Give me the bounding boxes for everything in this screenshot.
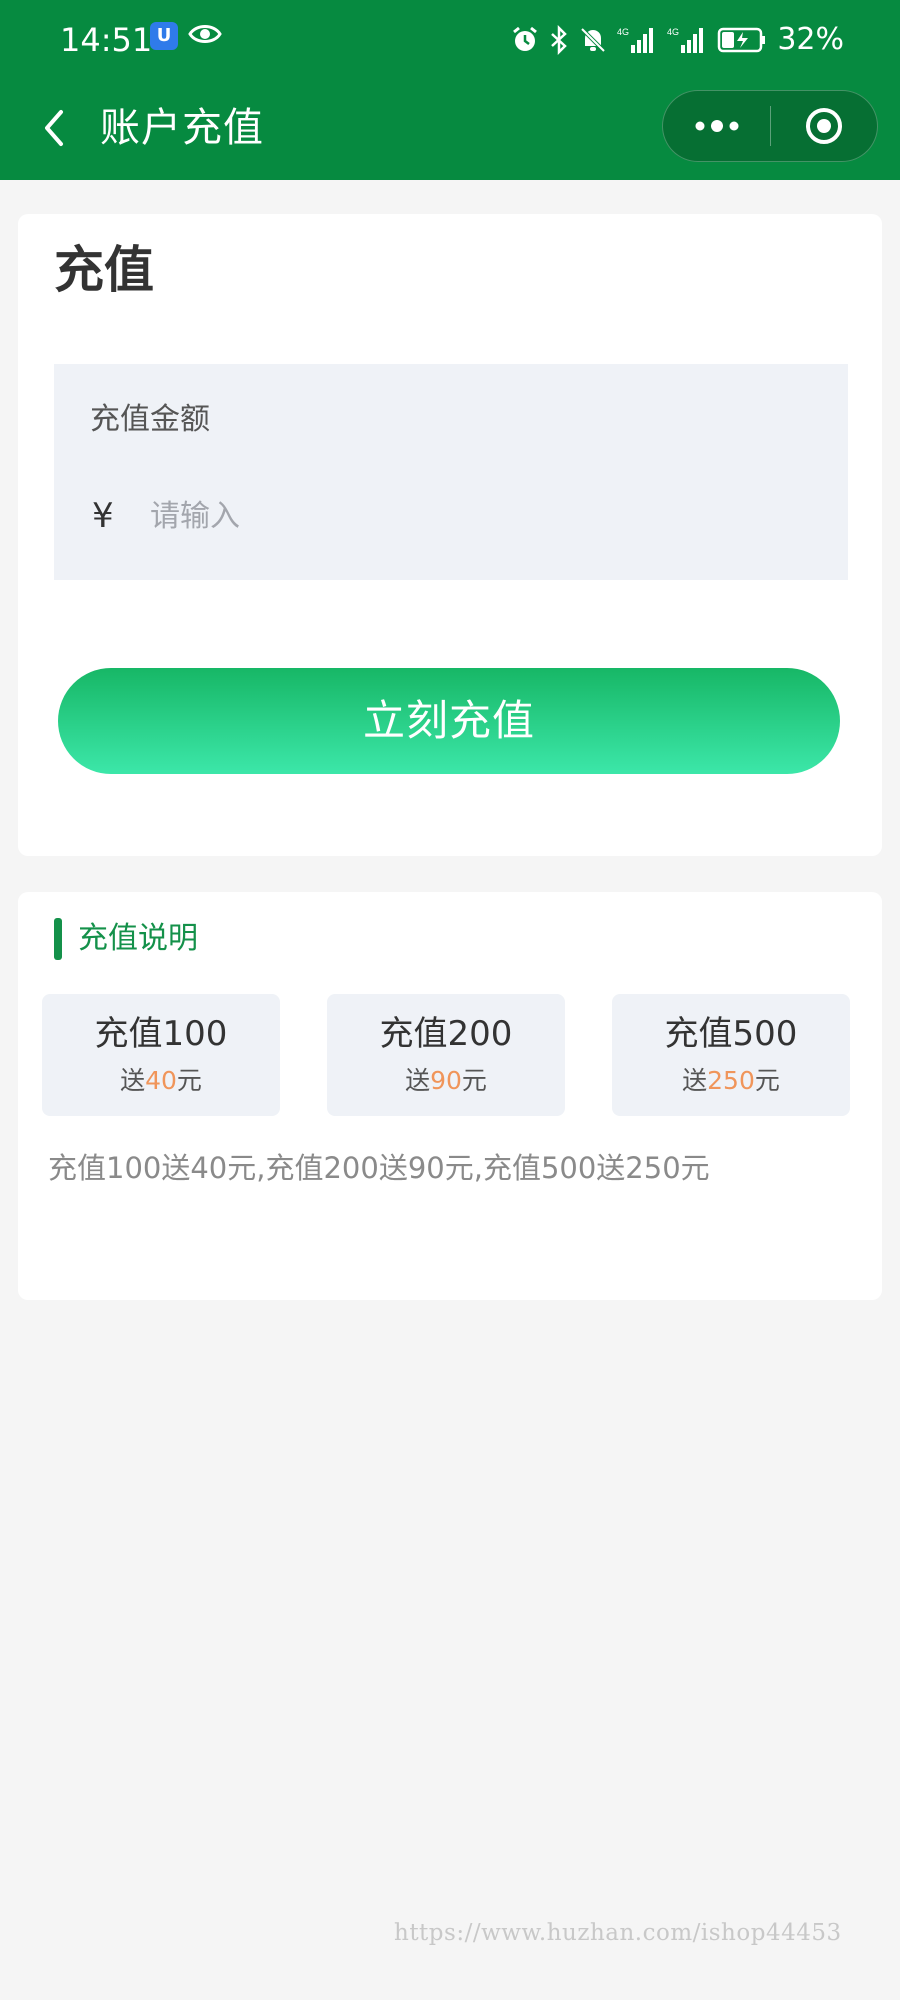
back-button[interactable] [28,102,80,154]
option-amount: 充值200 [379,1014,513,1054]
recharge-option-200[interactable]: 充值200 送90元 [327,994,565,1116]
bonus-prefix: 送 [405,1066,431,1095]
shield-app-icon: U [150,22,178,50]
signal-4g-icon: 4G [667,25,707,55]
close-mini-program-button[interactable] [771,90,877,162]
chevron-left-icon [45,110,63,146]
currency-symbol: ¥ [92,496,114,536]
recharge-option-500[interactable]: 充值500 送250元 [612,994,850,1116]
recharge-option-100[interactable]: 充值100 送40元 [42,994,280,1116]
mute-icon [579,26,607,54]
signal-4g-icon: 4G [617,25,657,55]
bonus-value: 250 [707,1066,755,1095]
section-title: 充值说明 [78,921,198,956]
watermark-text: https://www.huzhan.com/ishop44453 [394,1920,842,1946]
recharge-card: 充值 充值金额 ¥ 立刻充值 [18,214,882,856]
status-left-icons: U [150,22,222,50]
bluetooth-icon [549,25,569,55]
battery-charging-icon [717,26,767,54]
target-icon [805,108,842,144]
status-time: 14:51 [60,21,153,59]
option-amount: 充值500 [664,1014,798,1054]
navigation-bar: 账户充值 [0,88,900,168]
page-title: 账户充值 [100,105,264,151]
amount-input[interactable] [150,490,790,542]
status-bar: 14:51 U 4G 4G 32% [0,0,900,80]
svg-text:4G: 4G [667,27,679,37]
option-amount: 充值100 [94,1014,228,1054]
recharge-options: 充值100 送40元 充值200 送90元 充值500 送250元 [42,994,870,1116]
option-bonus: 送40元 [42,1064,280,1098]
section-accent-bar [54,918,62,960]
bonus-suffix: 元 [754,1066,780,1095]
alarm-icon [511,26,539,54]
battery-percentage: 32% [777,22,844,57]
bonus-prefix: 送 [120,1066,146,1095]
amount-label: 充值金额 [90,402,210,437]
bonus-suffix: 元 [461,1066,487,1095]
more-button[interactable] [663,90,770,162]
eye-icon [188,22,222,50]
bonus-value: 40 [145,1066,177,1095]
bonus-suffix: 元 [176,1066,202,1095]
svg-text:4G: 4G [617,27,629,37]
recharge-title: 充值 [54,241,154,299]
recharge-info-card: 充值说明 充值100 送40元 充值200 送90元 充值500 送250元 充… [18,892,882,1300]
more-dots-icon [695,120,738,132]
mini-program-capsule [662,90,878,162]
bonus-prefix: 送 [682,1066,708,1095]
option-bonus: 送250元 [612,1064,850,1098]
bonus-value: 90 [430,1066,462,1095]
recharge-description: 充值100送40元,充值200送90元,充值500送250元 [48,1151,710,1185]
option-bonus: 送90元 [327,1064,565,1098]
recharge-now-button[interactable]: 立刻充值 [58,668,840,774]
status-right-icons: 4G 4G 32% [511,20,844,60]
app-header: 14:51 U 4G 4G 32% 账户充值 [0,0,900,180]
amount-input-box: 充值金额 ¥ [54,364,848,580]
